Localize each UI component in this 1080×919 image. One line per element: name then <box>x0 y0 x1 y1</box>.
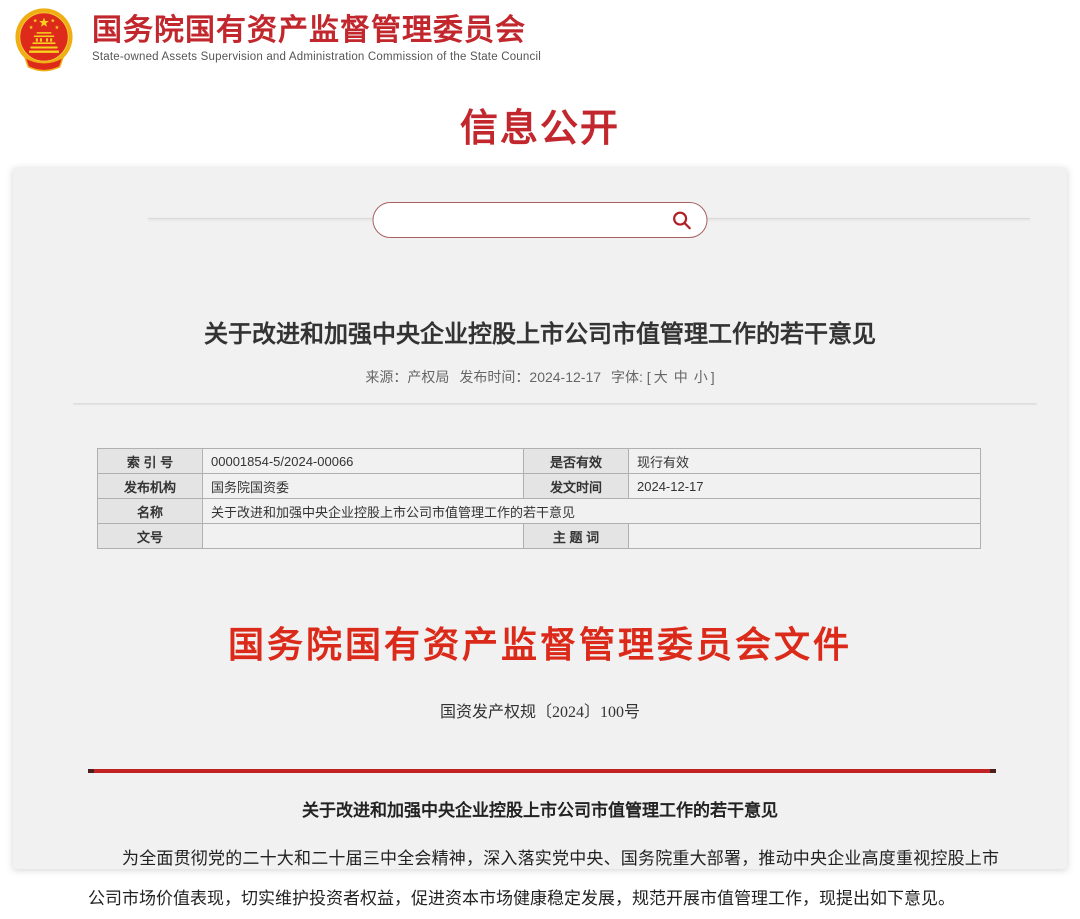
name-label: 名称 <box>98 499 203 524</box>
source-label: 来源： <box>365 369 407 385</box>
search-input[interactable] <box>390 203 669 237</box>
table-row: 索 引 号 00001854-5/2024-00066 是否有效 现行有效 <box>98 449 981 474</box>
subject-word-label: 主 题 词 <box>524 524 629 549</box>
letterhead-red-rule <box>88 769 996 773</box>
document-body-title: 关于改进和加强中央企业控股上市公司市值管理工作的若干意见 <box>13 799 1067 823</box>
content-panel: 关于改进和加强中央企业控股上市公司市值管理工作的若干意见 来源：产权局发布时间：… <box>13 168 1067 869</box>
table-row: 发布机构 国务院国资委 发文时间 2024-12-17 <box>98 474 981 499</box>
document-paragraph: 为全面贯彻党的二十大和二十届三中全会精神，深入落实党中央、国务院重大部署，推动中… <box>88 839 999 919</box>
doc-number-label: 文号 <box>98 524 203 549</box>
issue-time-value: 2024-12-17 <box>629 474 981 499</box>
page-title: 信息公开 <box>0 108 1080 150</box>
index-number-value: 00001854-5/2024-00066 <box>203 449 524 474</box>
org-name-cn: 国务院国有资产监督管理委员会 <box>92 14 541 48</box>
table-row: 文号 主 题 词 <box>98 524 981 549</box>
source-value: 产权局 <box>407 369 449 385</box>
document-info-table: 索 引 号 00001854-5/2024-00066 是否有效 现行有效 发布… <box>97 448 981 549</box>
national-emblem-logo[interactable] <box>10 7 78 75</box>
search-row <box>13 202 1067 272</box>
table-row: 名称 关于改进和加强中央企业控股上市公司市值管理工作的若干意见 <box>98 499 981 524</box>
font-size-label: 字体: [ <box>611 369 651 385</box>
font-size-medium-button[interactable]: 中 <box>671 369 691 385</box>
validity-label: 是否有效 <box>524 449 629 474</box>
org-name-en: State-owned Assets Supervision and Admin… <box>92 51 541 63</box>
search-icon <box>671 209 693 231</box>
search-button[interactable] <box>669 207 695 233</box>
issue-time-label: 发文时间 <box>524 474 629 499</box>
doc-number-value <box>203 524 524 549</box>
article-title: 关于改进和加强中央企业控股上市公司市值管理工作的若干意见 <box>13 318 1067 351</box>
issuer-value: 国务院国资委 <box>203 474 524 499</box>
subject-word-value <box>629 524 981 549</box>
validity-value: 现行有效 <box>629 449 981 474</box>
site-header: 国务院国有资产监督管理委员会 State-owned Assets Superv… <box>0 0 1080 84</box>
issuer-label: 发布机构 <box>98 474 203 499</box>
publish-time-value: 2024-12-17 <box>529 369 601 385</box>
name-value: 关于改进和加强中央企业控股上市公司市值管理工作的若干意见 <box>203 499 981 524</box>
font-size-bracket-close: ] <box>711 369 715 385</box>
search-box <box>373 202 708 238</box>
publish-time-label: 发布时间： <box>459 369 529 385</box>
header-text: 国务院国有资产监督管理委员会 State-owned Assets Superv… <box>92 7 541 63</box>
document-letterhead: 国务院国有资产监督管理委员会文件 <box>13 623 1067 667</box>
meta-divider-line <box>73 403 1037 404</box>
index-number-label: 索 引 号 <box>98 449 203 474</box>
article-meta: 来源：产权局发布时间：2024-12-17 字体: [大中小] <box>13 369 1067 385</box>
font-size-small-button[interactable]: 小 <box>691 369 711 385</box>
china-national-emblem-icon <box>10 7 78 75</box>
document-number: 国资发产权规〔2024〕100号 <box>13 703 1067 723</box>
font-size-large-button[interactable]: 大 <box>651 369 671 385</box>
